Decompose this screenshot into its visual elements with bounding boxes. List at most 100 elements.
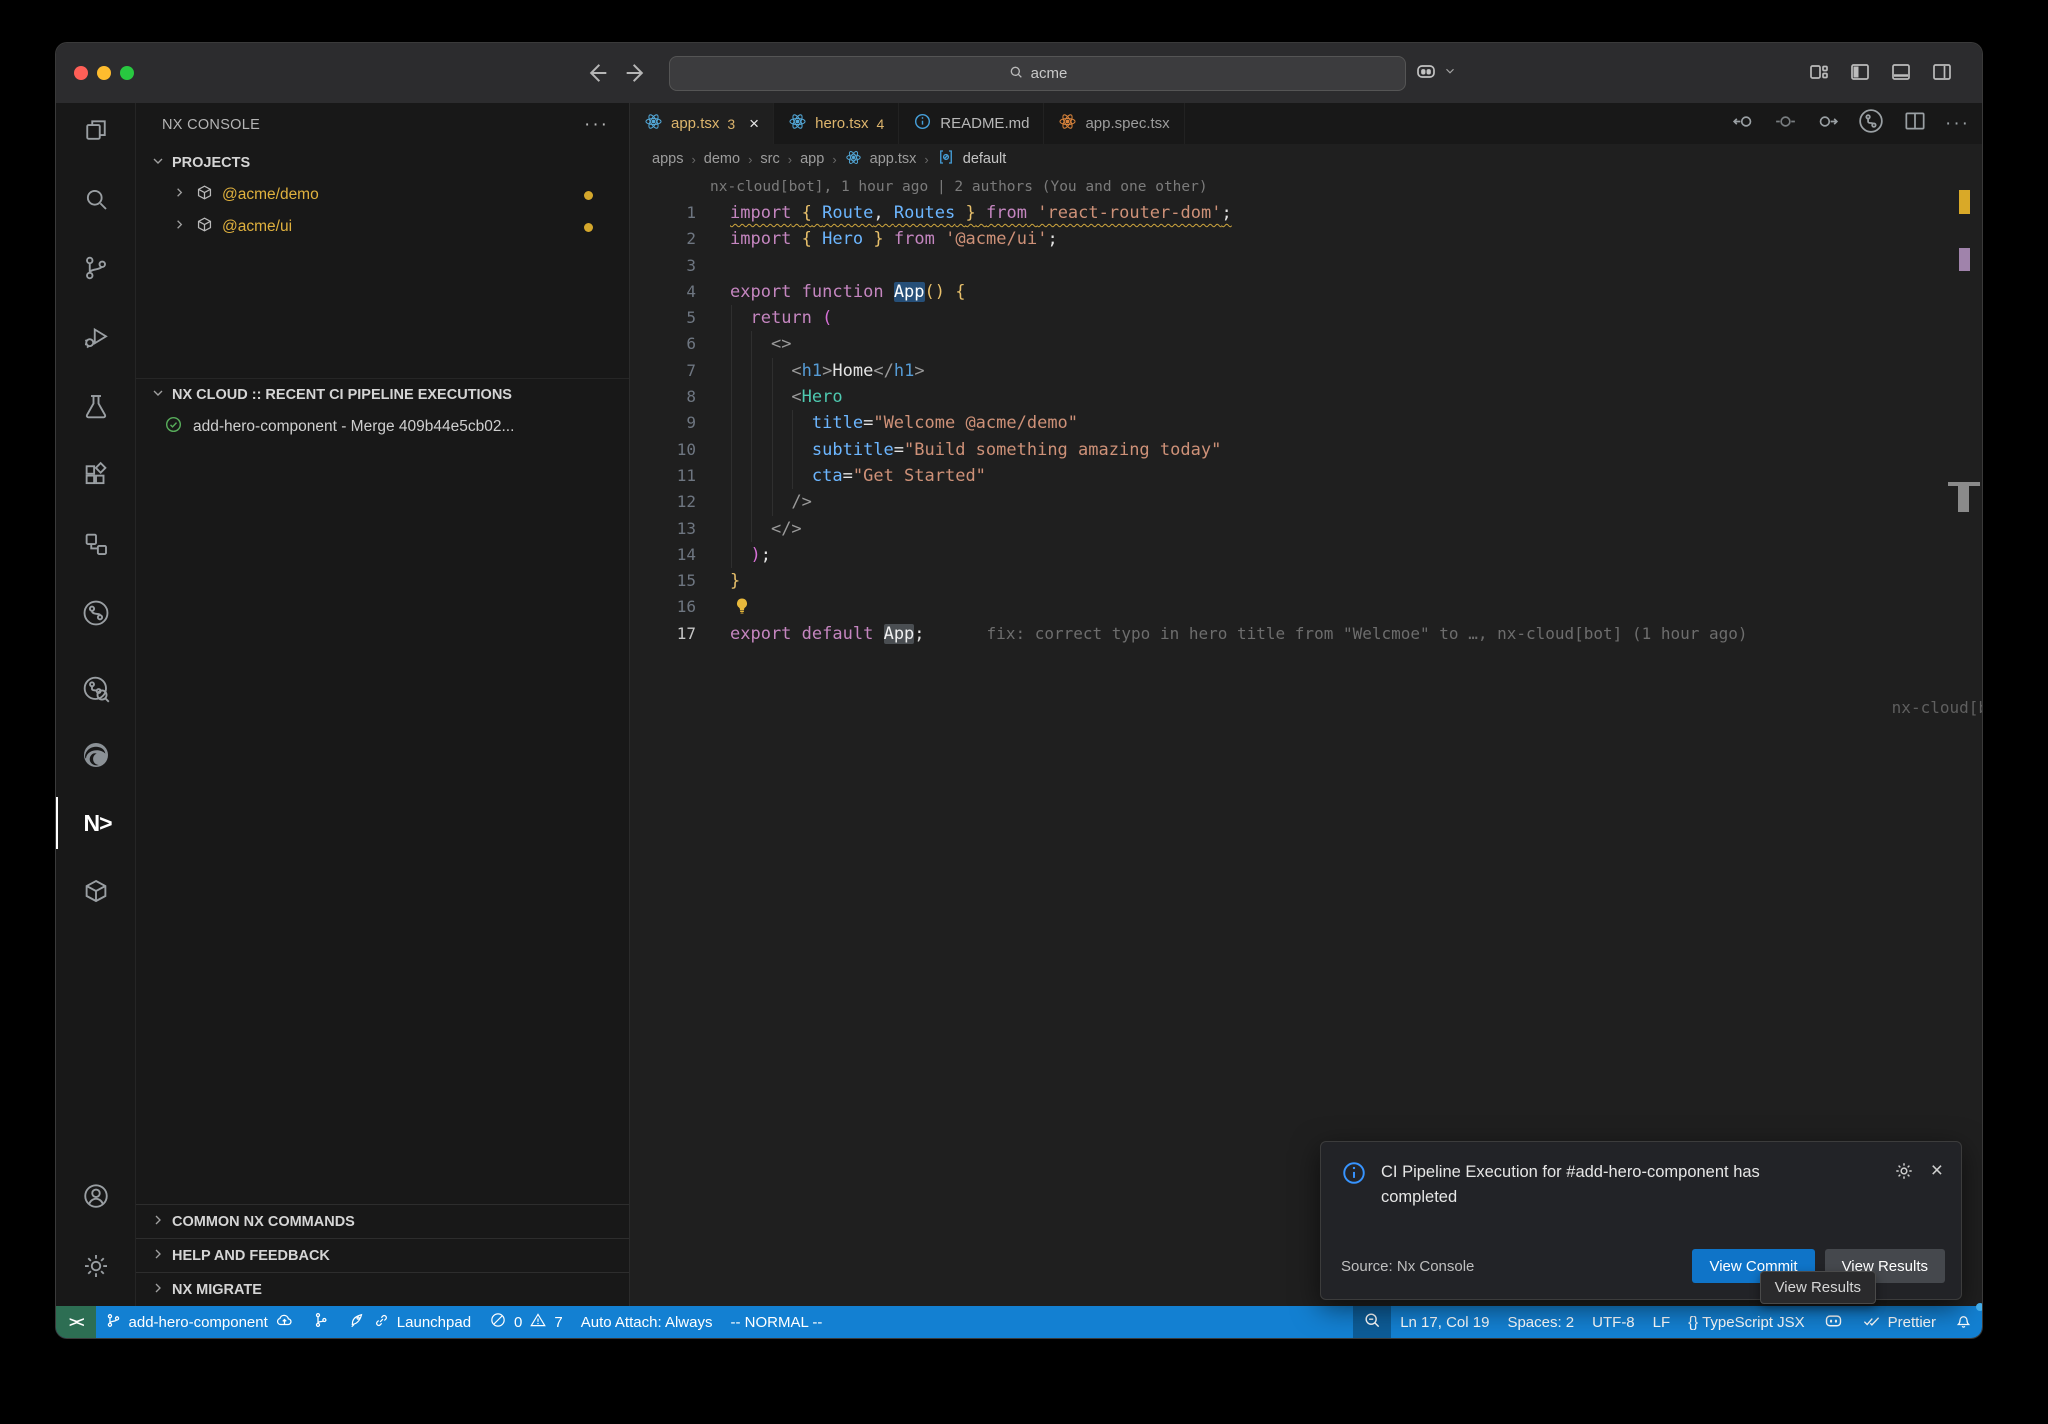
git-branch-status[interactable]: add-hero-component [96,1306,303,1338]
gitlens-graph-status[interactable] [303,1306,339,1338]
run-debug-icon[interactable] [56,311,135,363]
references-icon[interactable] [56,518,135,570]
vim-mode-status[interactable]: -- NORMAL -- [721,1306,831,1338]
section-nx-cloud[interactable]: NX CLOUD :: RECENT CI PIPELINE EXECUTION… [136,379,629,411]
remote-indicator[interactable]: >< [56,1306,96,1338]
line-number: 5 [630,305,696,331]
code-line-6[interactable]: 6 <> [630,331,1982,357]
project-item-acme-ui[interactable]: @acme/ui [136,211,629,243]
current-change-icon[interactable] [1773,109,1798,139]
code-line-1[interactable]: 1import { Route, Routes } from 'react-ro… [630,200,1982,226]
gitlens-graph-icon[interactable] [1857,107,1885,140]
account-icon[interactable] [56,1170,135,1222]
code-line-4[interactable]: 4export function App() { [630,279,1982,305]
sidebar-nx-console: NX CONSOLE ··· PROJECTS @acme/demo @acme… [136,103,629,1306]
tab-label: README.md [940,115,1029,132]
code-line-7[interactable]: 7 <h1>Home</h1> [630,358,1982,384]
tab-hero-tsx[interactable]: hero.tsx 4 [774,103,899,144]
more-actions-icon[interactable]: ··· [1945,113,1970,135]
language-mode-status[interactable]: {} TypeScript JSX [1679,1306,1813,1338]
section-common-nx-commands[interactable]: COMMON NX COMMANDS [136,1204,629,1238]
section-nx-migrate[interactable]: NX MIGRATE [136,1272,629,1306]
problems-status[interactable]: 0 7 [480,1306,572,1338]
section-projects[interactable]: PROJECTS [136,147,629,179]
minimize-window-button[interactable] [97,66,111,80]
next-change-icon[interactable] [1815,109,1840,139]
lightbulb-icon[interactable] [732,594,752,620]
overview-ruler-warning-mark [1959,190,1970,214]
search-icon[interactable] [56,173,135,225]
vscode-window: acme [56,43,1982,1338]
testing-icon[interactable] [56,380,135,432]
more-actions-icon[interactable]: ··· [584,114,609,136]
code-line-5[interactable]: 5 return ( [630,305,1982,331]
tab-readme-md[interactable]: README.md [899,103,1044,144]
notification-settings-gear-icon[interactable] [1893,1160,1915,1187]
navigate-back-icon[interactable] [583,59,611,87]
rocket-icon [348,1311,366,1333]
encoding-status[interactable]: UTF-8 [1583,1306,1644,1338]
breadcrumb-item[interactable]: apps [652,151,683,167]
nx-console-icon[interactable]: N> [56,797,137,849]
code-line-8[interactable]: 8 <Hero [630,384,1982,410]
navigate-forward-icon[interactable] [622,59,650,87]
maximize-window-button[interactable] [120,66,134,80]
remote-icon: >< [69,1314,83,1331]
notification-toast: CI Pipeline Execution for #add-hero-comp… [1320,1141,1962,1300]
command-center-search[interactable]: acme [669,56,1406,91]
notification-close-icon[interactable]: × [1931,1160,1943,1181]
breadcrumb-item[interactable]: src [760,151,779,167]
split-editor-icon[interactable] [1902,108,1928,139]
source-control-icon[interactable] [56,242,135,294]
copilot-status[interactable] [1814,1306,1853,1338]
gitlens-icon[interactable] [56,663,135,715]
react-icon [845,149,862,170]
line-number: 14 [630,542,696,568]
close-icon[interactable]: × [749,114,759,134]
previous-change-icon[interactable] [1731,109,1756,139]
zoom-out-status[interactable] [1353,1306,1391,1338]
code-line-3[interactable]: 3 [630,253,1982,279]
breadcrumb-item[interactable]: app.tsx [870,151,917,167]
pipeline-execution-item[interactable]: add-hero-component - Merge 409b44e5cb02.… [136,411,629,443]
project-item-acme-demo[interactable]: @acme/demo [136,179,629,211]
toggle-panel-icon[interactable] [1889,60,1913,84]
prettier-status[interactable]: Prettier [1853,1306,1945,1338]
cursor-position-status[interactable]: Ln 17, Col 19 [1391,1306,1498,1338]
settings-gear-icon[interactable] [56,1240,135,1292]
code-line-16[interactable]: 16 [630,594,1982,620]
tab-app-spec-tsx[interactable]: app.spec.tsx [1044,103,1184,144]
auto-attach-status[interactable]: Auto Attach: Always [572,1306,722,1338]
edge-tools-icon[interactable] [56,729,135,781]
customize-layout-icon[interactable] [1807,60,1831,84]
link-icon [373,1312,390,1333]
nx-cloud-pipeline-icon[interactable] [56,587,135,639]
code-line-9[interactable]: 9 title="Welcome @acme/demo" [630,410,1982,436]
launchpad-status[interactable]: Launchpad [339,1306,480,1338]
breadcrumb-item[interactable]: app [800,151,824,167]
tab-app-tsx[interactable]: app.tsx 3 × [630,103,774,144]
code-line-14[interactable]: 14 ); [630,542,1982,568]
close-window-button[interactable] [74,66,88,80]
toggle-primary-sidebar-icon[interactable] [1848,60,1872,84]
section-help-and-feedback[interactable]: HELP AND FEEDBACK [136,1238,629,1272]
code-editor[interactable]: nx-cloud[bot], 1 hour ago | 2 authors (Y… [630,174,1982,1306]
notifications-bell[interactable] [1945,1306,1982,1338]
toggle-secondary-sidebar-icon[interactable] [1930,60,1954,84]
breadcrumb-item[interactable]: demo [704,151,740,167]
indentation-status[interactable]: Spaces: 2 [1498,1306,1583,1338]
explorer-icon[interactable] [56,104,135,156]
code-line-15[interactable]: 15} [630,568,1982,594]
code-line-12[interactable]: 12 /> [630,489,1982,515]
package-explorer-icon[interactable] [56,865,135,917]
line-number: 13 [630,516,696,542]
code-line-2[interactable]: 2import { Hero } from '@acme/ui'; [630,226,1982,252]
code-line-10[interactable]: 10 subtitle="Build something amazing tod… [630,437,1982,463]
code-line-13[interactable]: 13 </> [630,516,1982,542]
eol-status[interactable]: LF [1644,1306,1680,1338]
copilot-menu[interactable] [1414,59,1457,88]
code-line-11[interactable]: 11 cta="Get Started" [630,463,1982,489]
code-line-17[interactable]: 17export default App;fix: correct typo i… [630,621,1982,647]
extensions-icon[interactable] [56,449,135,501]
breadcrumb-item[interactable]: default [963,151,1007,167]
